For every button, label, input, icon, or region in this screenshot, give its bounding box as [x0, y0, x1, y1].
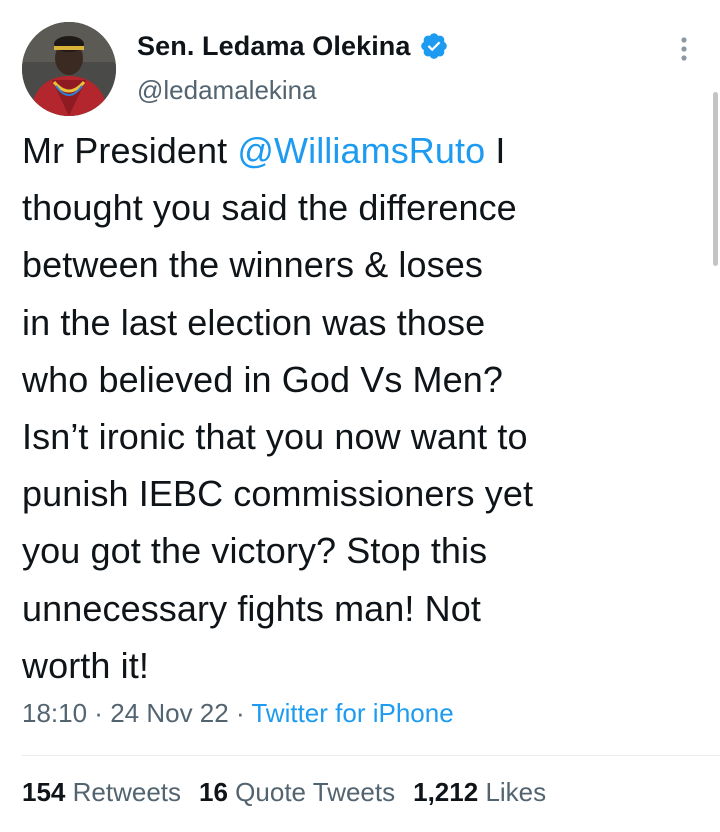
scrollbar[interactable] — [713, 92, 718, 266]
tweet-text-start: Mr President — [22, 130, 238, 171]
tweet-text-rest: I thought you said the difference betwee… — [22, 130, 534, 686]
retweets-count: 154 — [22, 777, 66, 807]
avatar-photo — [22, 22, 116, 116]
quote-tweets-label: Quote Tweets — [235, 777, 396, 807]
likes-count: 1,212 — [413, 777, 479, 807]
tweet-date[interactable]: 24 Nov 22 — [110, 698, 229, 728]
meta-separator: · — [228, 698, 252, 728]
likes-label: Likes — [485, 777, 547, 807]
retweets-stat[interactable]: 154 Retweets — [22, 777, 181, 807]
tweet-card: Sen. Ledama Olekina @ledamalekina Mr Pre… — [0, 0, 720, 832]
engagement-stats: 154 Retweets 16 Quote Tweets 1,212 Likes — [22, 777, 546, 808]
quote-tweets-stat[interactable]: 16 Quote Tweets — [199, 777, 395, 807]
author-handle[interactable]: @ledamalekina — [137, 75, 317, 106]
retweets-label: Retweets — [72, 777, 182, 807]
meta-separator: · — [87, 698, 111, 728]
verified-badge-icon — [419, 31, 449, 61]
divider — [22, 755, 720, 756]
tweet-text: Mr President @WilliamsRuto I thought you… — [22, 122, 682, 694]
quote-tweets-count: 16 — [199, 777, 228, 807]
author-name-row[interactable]: Sen. Ledama Olekina — [137, 28, 449, 64]
tweet-time[interactable]: 18:10 — [22, 698, 87, 728]
mention-link[interactable]: @WilliamsRuto — [237, 130, 485, 171]
tweet-meta: 18:10 · 24 Nov 22 · Twitter for iPhone — [22, 698, 454, 729]
tweet-source-link[interactable]: Twitter for iPhone — [251, 698, 453, 728]
more-options-icon[interactable] — [672, 34, 696, 64]
author-display-name[interactable]: Sen. Ledama Olekina — [137, 31, 411, 62]
author-avatar[interactable] — [22, 22, 116, 116]
likes-stat[interactable]: 1,212 Likes — [413, 777, 546, 807]
